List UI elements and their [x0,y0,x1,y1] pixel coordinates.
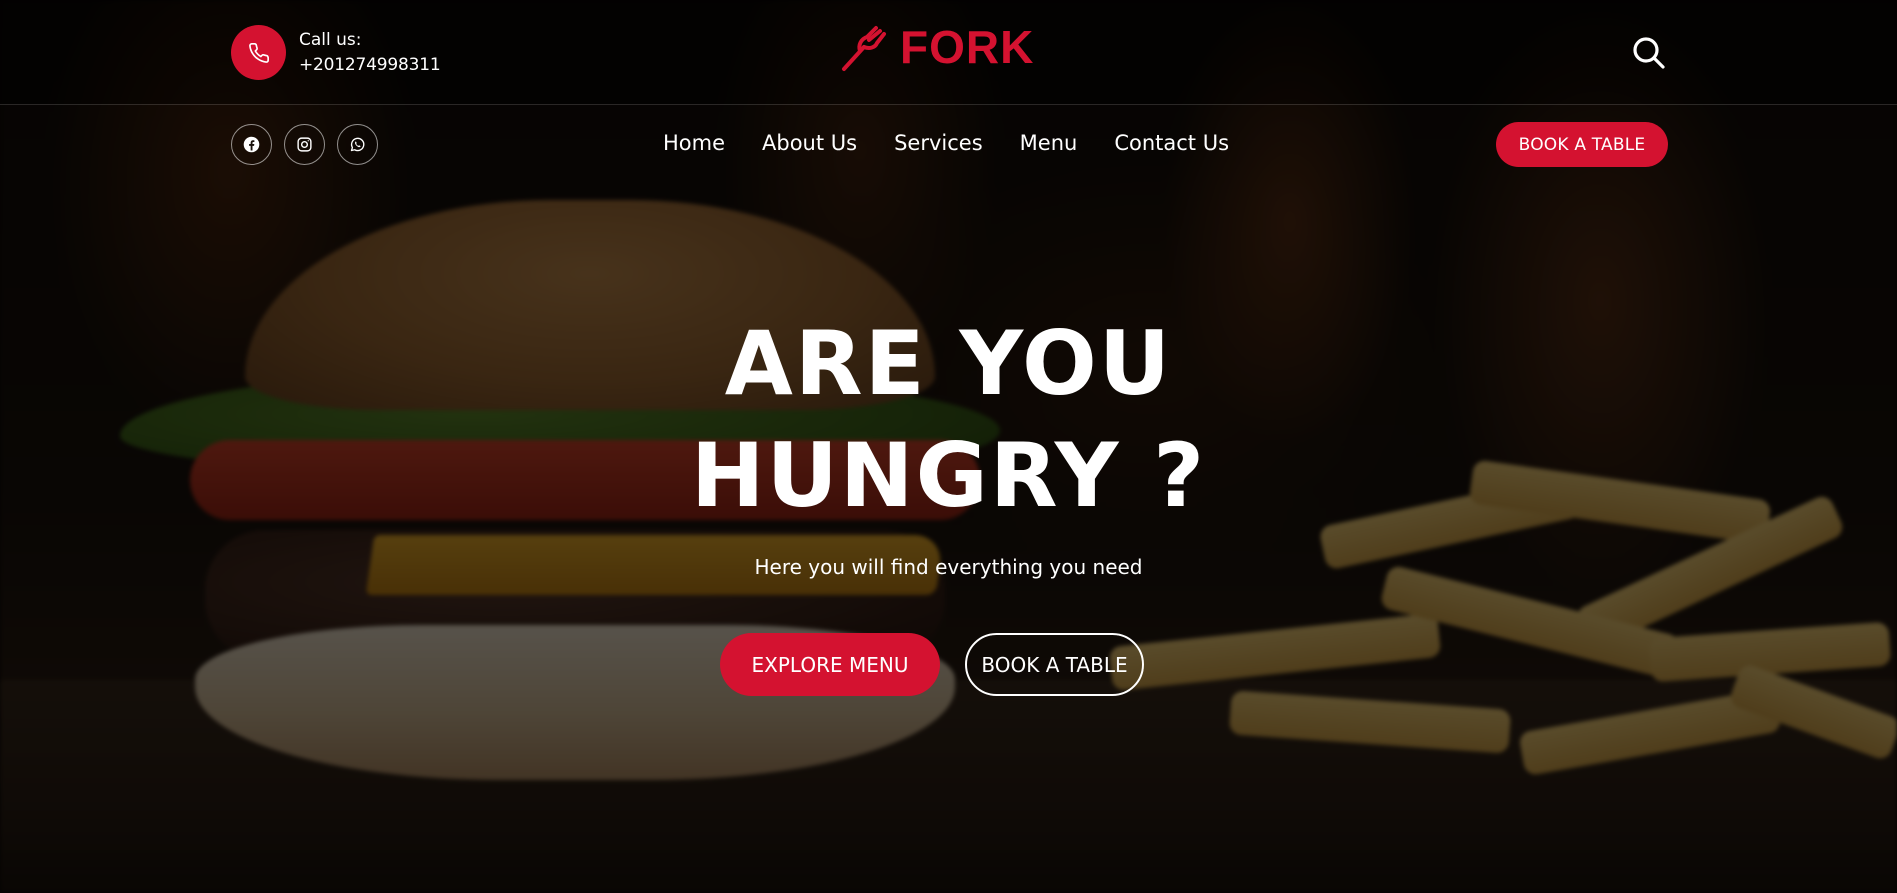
phone-number[interactable]: +201274998311 [299,53,441,78]
nav-services[interactable]: Services [894,131,1001,155]
search-icon [1633,37,1665,69]
call-us-label: Call us: [299,29,362,50]
book-table-hero-button[interactable]: BOOK A TABLE [965,633,1144,696]
brand-logo[interactable]: FORK [836,20,1034,74]
main-navbar: Home About Us Services Menu Contact Us B… [0,105,1897,185]
facebook-icon [243,136,260,153]
nav-about-us[interactable]: About Us [762,131,875,155]
call-us-text: Call us: +201274998311 [299,28,441,78]
hero-title: ARE YOU HUNGRY ? [0,308,1897,532]
phone-icon [248,42,269,63]
search-button[interactable] [1632,36,1666,70]
nav-menu-link[interactable]: Menu [1020,131,1096,155]
explore-menu-button[interactable]: EXPLORE MENU [720,633,940,696]
hero-title-line-2: HUNGRY ? [690,424,1207,527]
call-button[interactable] [231,25,286,80]
whatsapp-icon [350,137,365,152]
instagram-link[interactable] [284,124,325,165]
book-table-nav-button[interactable]: BOOK A TABLE [1496,122,1668,167]
fork-icon [842,26,886,71]
brand-name: FORK [900,21,1035,73]
top-header: Call us: +201274998311 FORK [0,0,1897,105]
whatsapp-link[interactable] [337,124,378,165]
hero-actions: EXPLORE MENU BOOK A TABLE [720,633,1144,696]
hero-title-line-1: ARE YOU [724,312,1173,415]
call-us-block: Call us: +201274998311 [231,25,441,80]
facebook-link[interactable] [231,124,272,165]
social-links [231,124,378,165]
nav-contact-us[interactable]: Contact Us [1114,131,1229,155]
nav-home[interactable]: Home [663,131,743,155]
nav-menu: Home About Us Services Menu Contact Us [663,131,1229,155]
hero-subtitle: Here you will find everything you need [754,555,1143,579]
instagram-icon [297,137,312,152]
